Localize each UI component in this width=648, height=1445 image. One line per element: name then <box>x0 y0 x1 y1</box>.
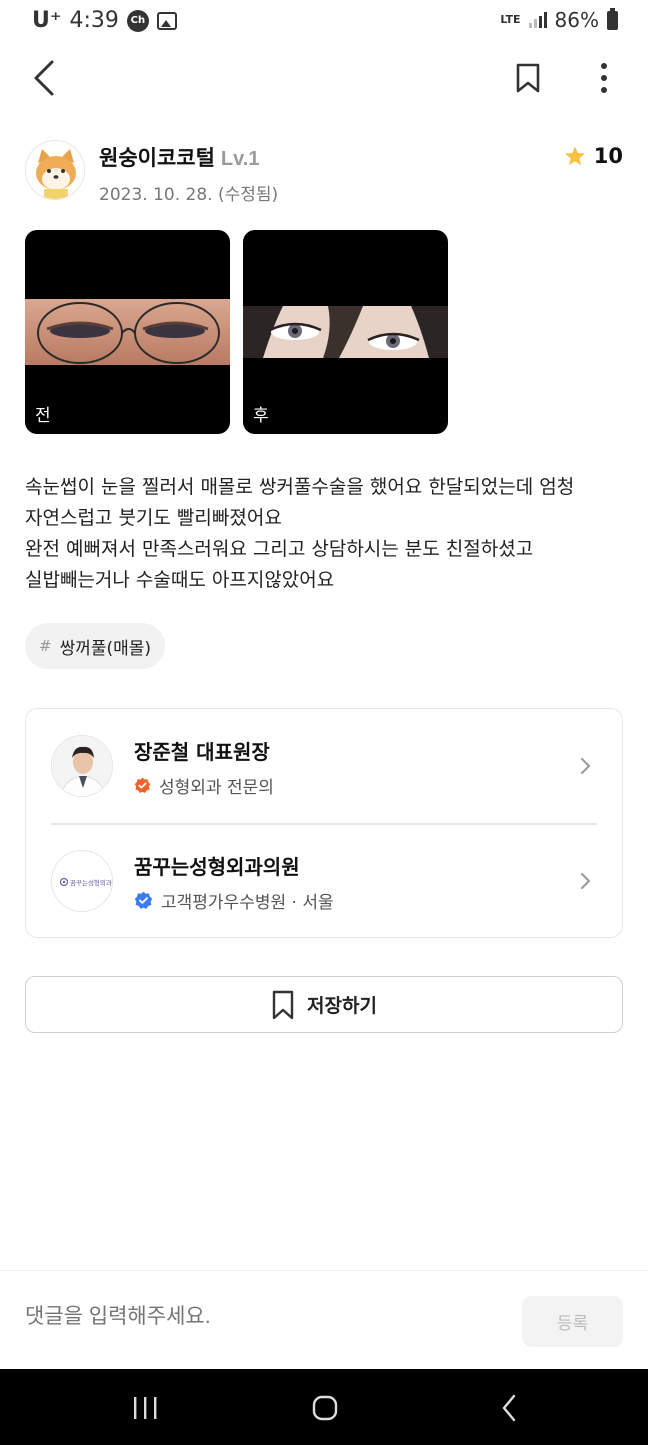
save-button-label: 저장하기 <box>307 995 377 1017</box>
before-label: 전 <box>35 406 51 426</box>
star-icon <box>564 146 585 166</box>
doctor-hospital-card: 장준철 대표원장 성형외과 전문의 꿈꾸는성형외과 꿈꾸는성형외과의원 고객평가… <box>25 708 623 938</box>
hospital-badge: 고객평가우수병원 · 서울 <box>134 888 334 913</box>
back-chevron-icon <box>502 1394 516 1422</box>
before-photo[interactable]: 전 <box>25 230 230 434</box>
author-name[interactable]: 원숭이코코털 Lv.1 <box>99 142 259 172</box>
hospital-logo-icon: 꿈꾸는성형외과 <box>52 851 112 911</box>
specialist-badge-icon <box>134 777 151 793</box>
hash-icon: # <box>39 637 52 655</box>
hospital-logo-text: 꿈꾸는성형외과 <box>70 878 112 887</box>
author-nickname: 원숭이코코털 <box>99 147 215 170</box>
chevron-right-icon <box>581 758 590 774</box>
author-level: Lv.1 <box>220 148 260 170</box>
save-button[interactable]: 저장하기 <box>25 976 623 1033</box>
bookmark-icon <box>516 63 540 93</box>
review-author: 원숭이코코털 Lv.1 2023. 10. 28. (수정됨) 10 <box>25 140 623 205</box>
doctor-specialty-label: 성형외과 전문의 <box>159 778 274 798</box>
review-photos: 전 후 <box>25 230 448 434</box>
verified-badge-icon <box>134 891 153 909</box>
review-body: 속눈썹이 눈을 찔러서 매몰로 쌍커풀수술을 했어요 한달되었는데 엄청 자연스… <box>25 472 625 596</box>
status-bar: U⁺ 4:39 Ch LTE 86% <box>0 0 648 44</box>
system-back-button[interactable] <box>484 1383 534 1433</box>
recent-apps-button[interactable] <box>120 1383 170 1433</box>
review-line: 실밥빼는거나 수술때도 아프지않았어요 <box>25 569 335 591</box>
submit-comment-button[interactable]: 등록 <box>522 1296 623 1347</box>
doctor-avatar <box>51 735 113 797</box>
signal-icon <box>528 12 547 28</box>
carrier-label: U⁺ <box>32 8 62 33</box>
home-button[interactable] <box>300 1383 350 1433</box>
more-vertical-icon <box>601 63 607 93</box>
battery-percent: 86% <box>554 8 599 32</box>
shiba-avatar-icon <box>26 141 84 199</box>
back-button[interactable] <box>22 56 66 100</box>
bookmark-button[interactable] <box>506 56 550 100</box>
clock: 4:39 <box>69 8 119 33</box>
doctor-name: 장준철 대표원장 <box>134 740 270 764</box>
gallery-notification-icon <box>156 11 177 30</box>
rating-score: 10 <box>593 144 623 168</box>
review-date: 2023. 10. 28. (수정됨) <box>99 185 279 205</box>
review-line: 완전 예뻐져서 만족스러워요 그리고 상담하시는 분도 친절하셨고 <box>25 538 534 560</box>
app-bar <box>0 50 648 106</box>
review-line: 속눈썹이 눈을 찔러서 매몰로 쌍커풀수술을 했어요 한달되었는데 엄청 <box>25 476 575 498</box>
chevron-right-icon <box>581 873 590 889</box>
home-icon <box>312 1395 338 1421</box>
hospital-badge-label: 고객평가우수병원 · 서울 <box>161 893 334 913</box>
after-label: 후 <box>253 406 269 426</box>
author-avatar[interactable] <box>25 140 85 200</box>
hospital-logo: 꿈꾸는성형외과 <box>51 850 113 912</box>
doctor-photo-icon <box>52 736 112 796</box>
recent-apps-icon <box>134 1397 157 1419</box>
battery-icon <box>607 7 618 30</box>
system-nav-bar <box>0 1369 648 1445</box>
hospital-row[interactable]: 꿈꾸는성형외과 꿈꾸는성형외과의원 고객평가우수병원 · 서울 <box>26 824 622 938</box>
hospital-name: 꿈꾸는성형외과의원 <box>134 855 300 879</box>
doctor-specialty: 성형외과 전문의 <box>134 773 274 798</box>
more-button[interactable] <box>582 56 626 100</box>
after-eyes-image <box>243 306 448 358</box>
tag-label: 쌍꺼풀(매몰) <box>59 638 152 659</box>
before-eyes-image <box>25 299 230 365</box>
doctor-row[interactable]: 장준철 대표원장 성형외과 전문의 <box>26 709 622 823</box>
procedure-tag[interactable]: # 쌍꺼풀(매몰) <box>25 623 166 669</box>
comment-bar: 등록 <box>0 1270 648 1370</box>
lte-icon: LTE <box>500 13 521 26</box>
chat-notification-icon: Ch <box>126 9 149 32</box>
bookmark-icon <box>272 990 294 1019</box>
back-arrow-icon <box>34 60 54 96</box>
comment-input[interactable] <box>25 1305 495 1329</box>
after-photo[interactable]: 후 <box>243 230 448 434</box>
rating: 10 <box>564 144 623 168</box>
review-line: 자연스럽고 붓기도 빨리빠졌어요 <box>25 507 282 529</box>
